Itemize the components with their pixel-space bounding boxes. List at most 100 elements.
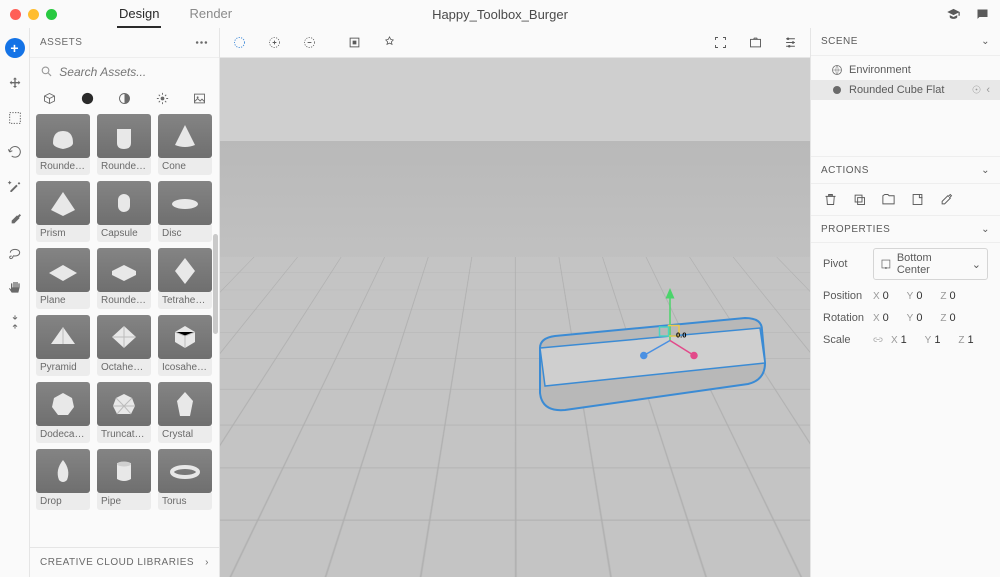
scene-item-environment[interactable]: Environment (811, 60, 1000, 80)
position-x-field[interactable]: X0 (873, 290, 897, 302)
selected-object[interactable] (510, 308, 790, 428)
globe-icon (831, 64, 843, 76)
document-title: Happy_Toolbox_Burger (432, 7, 568, 22)
asset-label: Truncated... (97, 426, 151, 443)
magic-wand-icon[interactable] (7, 178, 23, 194)
close-window-button[interactable] (10, 9, 21, 20)
rotation-z-field[interactable]: Z0 (940, 312, 963, 324)
select-tool-icon[interactable] (7, 110, 23, 126)
models-category-icon[interactable] (42, 91, 57, 106)
asset-thumb[interactable] (158, 315, 212, 359)
scene-header: SCENE (821, 36, 858, 47)
scale-z-field[interactable]: Z1 (958, 334, 981, 346)
chevron-right-icon[interactable]: › (205, 557, 209, 568)
ccl-header[interactable]: CREATIVE CLOUD LIBRARIES (40, 557, 194, 568)
pivot-icon (880, 258, 892, 270)
asset-thumb[interactable] (158, 248, 212, 292)
add-button[interactable]: + (5, 38, 25, 58)
asset-thumb[interactable] (36, 449, 90, 493)
link-icon[interactable] (873, 335, 883, 345)
sample-icon[interactable] (939, 192, 954, 207)
asset-label: Disc (158, 225, 212, 242)
chevron-down-icon[interactable]: ⌄ (981, 224, 990, 235)
asset-thumb[interactable] (158, 382, 212, 426)
learn-icon[interactable] (946, 7, 961, 22)
asset-thumb[interactable] (97, 248, 151, 292)
asset-thumb[interactable] (158, 181, 212, 225)
images-category-icon[interactable] (192, 91, 207, 106)
materials-category-icon[interactable] (117, 91, 132, 106)
add-to-selection-icon[interactable] (267, 35, 282, 50)
lights-category-icon[interactable] (155, 91, 170, 106)
shapes-category-icon[interactable] (80, 91, 95, 106)
pivot-label: Pivot (823, 258, 865, 270)
asset-label: Dodecah... (36, 426, 90, 443)
pivot-value: Bottom Center (897, 252, 967, 276)
asset-label: Pyramid (36, 359, 90, 376)
asset-thumb[interactable] (97, 449, 151, 493)
assets-menu-icon[interactable] (194, 35, 209, 50)
undo-icon[interactable] (7, 144, 23, 160)
asset-thumb[interactable] (97, 114, 151, 158)
snap-icon[interactable] (347, 35, 362, 50)
rotation-x-field[interactable]: X0 (873, 312, 897, 324)
position-y-field[interactable]: Y0 (907, 290, 931, 302)
asset-label: Octahedr... (97, 359, 151, 376)
duplicate-icon[interactable] (852, 192, 867, 207)
asset-thumb[interactable] (36, 181, 90, 225)
scene-item-rounded-cube[interactable]: Rounded Cube Flat ‹ (811, 80, 1000, 100)
scale-y-field[interactable]: Y1 (925, 334, 949, 346)
minimize-window-button[interactable] (28, 9, 39, 20)
render-settings-icon[interactable] (783, 35, 798, 50)
scene-item-label: Rounded Cube Flat (849, 84, 944, 96)
asset-thumb[interactable] (158, 114, 212, 158)
delete-icon[interactable] (823, 192, 838, 207)
right-panel: SCENE ⌄ Environment Rounded Cube Flat ‹ (810, 28, 1000, 577)
assets-header: ASSETS (40, 37, 82, 48)
chevron-down-icon: ⌄ (972, 258, 981, 271)
asset-thumb[interactable] (36, 114, 90, 158)
asset-label: Capsule (97, 225, 151, 242)
search-icon (40, 64, 53, 79)
tab-design[interactable]: Design (117, 1, 161, 28)
asset-thumb[interactable] (97, 315, 151, 359)
asset-thumb[interactable] (97, 382, 151, 426)
chevron-left-icon[interactable]: ‹ (986, 84, 990, 96)
position-z-field[interactable]: Z0 (940, 290, 963, 302)
camera-bookmark-icon[interactable] (748, 35, 763, 50)
eyedropper-icon[interactable] (7, 212, 23, 228)
asset-thumb[interactable] (97, 181, 151, 225)
group-icon[interactable] (881, 192, 896, 207)
chevron-down-icon[interactable]: ⌄ (981, 165, 990, 176)
frame-icon[interactable] (713, 35, 728, 50)
assets-scrollbar[interactable] (213, 234, 218, 334)
tool-column: + (0, 28, 30, 577)
search-input[interactable] (59, 65, 209, 79)
subtract-selection-icon[interactable] (302, 35, 317, 50)
rotation-label: Rotation (823, 312, 865, 324)
marquee-select-icon[interactable] (232, 35, 247, 50)
asset-thumb[interactable] (36, 382, 90, 426)
asset-thumb[interactable] (36, 315, 90, 359)
anchor-tool-icon[interactable] (7, 314, 23, 330)
hand-tool-icon[interactable] (7, 280, 23, 296)
pivot-select[interactable]: Bottom Center ⌄ (873, 248, 988, 280)
asset-thumb[interactable] (158, 449, 212, 493)
asset-label: Rounded ... (36, 158, 90, 175)
asset-thumb[interactable] (36, 248, 90, 292)
canvas-3d[interactable]: 0.0 (220, 58, 810, 577)
zoom-window-button[interactable] (46, 9, 57, 20)
scene-item-label: Environment (849, 64, 911, 76)
move-tool-icon[interactable] (7, 76, 23, 92)
note-icon[interactable] (910, 192, 925, 207)
target-icon[interactable] (971, 84, 982, 95)
titlebar: Design Render Happy_Toolbox_Burger (0, 0, 1000, 28)
scale-x-field[interactable]: X1 (891, 334, 915, 346)
asset-label: Icosahedr... (158, 359, 212, 376)
lasso-icon[interactable] (7, 246, 23, 262)
effects-icon[interactable] (382, 35, 397, 50)
chevron-down-icon[interactable]: ⌄ (981, 36, 990, 47)
tab-render[interactable]: Render (187, 1, 234, 28)
feedback-icon[interactable] (975, 7, 990, 22)
rotation-y-field[interactable]: Y0 (907, 312, 931, 324)
